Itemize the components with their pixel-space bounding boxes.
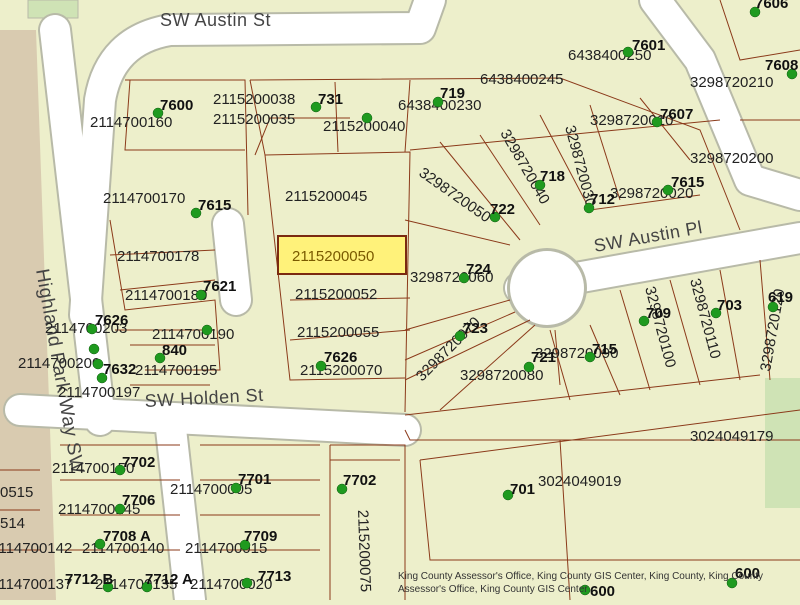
address-label: 619 xyxy=(768,289,793,306)
map-viewport[interactable]: 2115200050 SW Austin St SW Austin Pl SW … xyxy=(0,0,800,605)
address-label: 7607 xyxy=(660,106,693,123)
parcel-label: 2115200055 xyxy=(297,324,379,341)
parcel-label: 2115200052 xyxy=(295,286,377,303)
parcel-label: 2114700200 xyxy=(18,355,100,372)
address-label: 7712 B xyxy=(65,571,114,588)
address-pin[interactable] xyxy=(88,343,100,355)
address-pin[interactable] xyxy=(201,324,213,336)
parcel-label: 3298720210 xyxy=(690,74,773,91)
highlighted-parcel[interactable]: 2115200050 xyxy=(277,235,407,275)
highlighted-parcel-label: 2115200050 xyxy=(292,248,374,265)
parcel-label: 3024049179 xyxy=(690,428,773,445)
parcel-label: 6438400245 xyxy=(480,71,563,88)
parcel-label: 2114700197 xyxy=(58,384,140,401)
address-label: 7608 xyxy=(765,57,798,74)
address-label: 7626 xyxy=(324,349,357,366)
parcel-label: 2114700142 xyxy=(0,540,72,557)
address-label: 718 xyxy=(540,168,565,185)
address-label: 715 xyxy=(592,341,617,358)
address-label: 701 xyxy=(510,481,535,498)
address-label: 712 xyxy=(590,191,615,208)
parcel-label: 2114700178 xyxy=(117,248,199,265)
address-label: 7702 xyxy=(122,454,155,471)
street-label-austin-st: SW Austin St xyxy=(160,10,271,30)
parcel-label: 3298720200 xyxy=(690,150,773,167)
parcel-label: 2114700170 xyxy=(103,190,185,207)
address-pin[interactable] xyxy=(92,358,104,370)
address-label: 840 xyxy=(162,342,187,359)
parcel-label: 2115200075 xyxy=(354,510,374,593)
address-label: 7702 xyxy=(343,472,376,489)
parcel-label: 2114700190 xyxy=(152,326,234,343)
address-label: 721 xyxy=(531,349,556,366)
address-label: 722 xyxy=(490,201,515,218)
address-label: 7615 xyxy=(198,197,231,214)
address-label: 7712 A xyxy=(145,571,193,588)
address-label: 703 xyxy=(717,297,742,314)
address-label: 723 xyxy=(463,320,488,337)
parcel-label: 2115200038 xyxy=(213,91,295,108)
address-label: 7626 xyxy=(95,312,128,329)
map-credits: King County Assessor's Office, King Coun… xyxy=(398,571,764,595)
parcel-label: 2114700195 xyxy=(135,362,217,379)
address-label: 7632 xyxy=(103,361,136,378)
parcel-label: 2114700137 xyxy=(0,576,72,593)
address-label: 7600 xyxy=(160,97,193,114)
address-label: 719 xyxy=(440,85,465,102)
address-pin[interactable] xyxy=(361,112,373,124)
address-label: 7709 xyxy=(244,528,277,545)
address-label: 7713 xyxy=(258,568,291,585)
address-label: 7615 xyxy=(671,174,704,191)
address-label: 7621 xyxy=(203,278,236,295)
address-label: 709 xyxy=(646,305,671,322)
address-label: 7701 xyxy=(238,471,271,488)
parcel-label: 3298720050 xyxy=(416,164,494,226)
parcel-label: 3024049019 xyxy=(538,473,621,490)
address-label: 7606 xyxy=(755,0,788,12)
parcel-label: 2115200035 xyxy=(213,111,295,128)
address-label: 731 xyxy=(318,91,343,108)
address-label: 7708 A xyxy=(103,528,151,545)
parcel-label: 514 xyxy=(0,515,25,532)
address-label: 724 xyxy=(466,261,492,278)
parcel-label: 3298720100 xyxy=(641,285,679,370)
parcel-label: 0515 xyxy=(0,484,33,501)
parcel-label: 2114700180 xyxy=(125,287,207,304)
address-label: 7706 xyxy=(122,492,155,509)
parcel-label: 3298720110 xyxy=(686,277,724,361)
address-pin[interactable] xyxy=(241,577,253,589)
parcel-label: 2115200045 xyxy=(285,188,367,205)
address-label: 7601 xyxy=(632,37,665,54)
